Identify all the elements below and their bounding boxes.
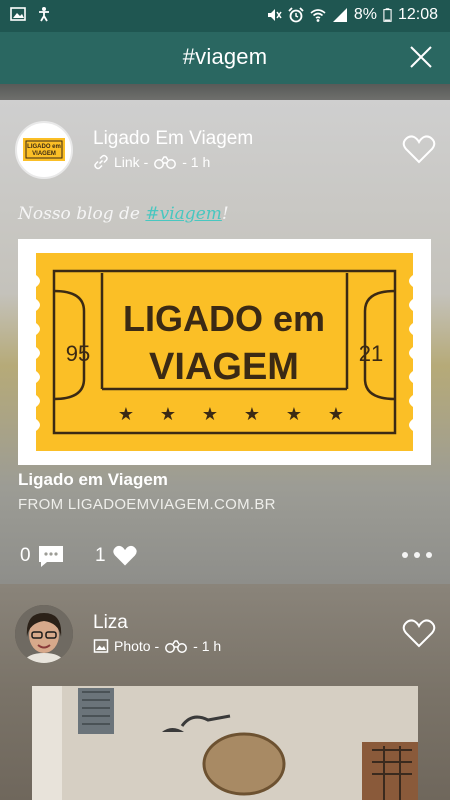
- link-icon: [94, 154, 108, 170]
- gallery-icon: [10, 7, 26, 21]
- author-name[interactable]: Liza: [93, 612, 128, 634]
- battery-percent: 8%: [353, 6, 377, 23]
- post-type-label: Photo -: [114, 638, 160, 654]
- svg-text:★: ★: [202, 404, 218, 424]
- link-source: FROM LIGADOEMVIAGEM.COM.BR: [18, 496, 276, 513]
- binoculars-icon: [154, 156, 177, 169]
- svg-text:★: ★: [244, 404, 260, 424]
- post-card: LIGADO em VIAGEM Ligado Em Viagem Link -…: [0, 100, 450, 584]
- heart-outline-icon[interactable]: [402, 134, 436, 164]
- heart-filled-icon: [112, 545, 137, 566]
- wifi-icon: [310, 9, 326, 22]
- comment-count: 0: [20, 545, 31, 566]
- post-time: - 1 h: [182, 154, 211, 170]
- svg-text:★: ★: [160, 404, 176, 424]
- profile-photo: [15, 605, 73, 663]
- binoculars-icon: [165, 640, 188, 653]
- ligado-em-viagem-logo: LIGADO em VIAGEM 95 21 ★ ★ ★ ★ ★ ★: [36, 253, 413, 451]
- avatar[interactable]: [15, 605, 73, 663]
- ligado-em-viagem-logo-small: LIGADO em VIAGEM: [23, 138, 65, 161]
- app-header: #viagem: [0, 32, 450, 84]
- avatar-logo-line2: VIAGEM: [32, 151, 56, 157]
- svg-text:★: ★: [118, 404, 134, 424]
- like-count: 1: [95, 544, 106, 566]
- accessibility-icon: [39, 7, 49, 22]
- signal-icon: [332, 8, 347, 22]
- hashtag-link[interactable]: #viagem: [145, 204, 221, 224]
- logo-title-line1: LIGADO em: [123, 298, 325, 339]
- close-icon[interactable]: [408, 44, 434, 70]
- author-name[interactable]: Ligado Em Viagem: [93, 128, 253, 150]
- status-bar: 8% 12:08: [0, 0, 450, 32]
- post-meta: Photo - - 1 h: [93, 638, 221, 654]
- svg-text:★: ★: [286, 404, 302, 424]
- photo-icon: [93, 639, 109, 653]
- like-button[interactable]: 1: [95, 544, 138, 567]
- alarm-icon: [288, 7, 304, 23]
- page-title: #viagem: [182, 44, 268, 69]
- comment-button[interactable]: 0: [20, 544, 65, 568]
- link-title[interactable]: Ligado em Viagem: [18, 470, 168, 490]
- post-text: Nosso blog de #viagem!: [18, 204, 229, 224]
- more-icon[interactable]: [402, 552, 432, 558]
- svg-text:★: ★: [328, 404, 344, 424]
- mute-icon: [267, 9, 282, 21]
- comment-icon: [38, 546, 63, 567]
- logo-title-line2: VIAGEM: [149, 346, 299, 388]
- post-meta: Link - - 1 h: [93, 154, 210, 170]
- battery-icon: [383, 8, 392, 22]
- heart-outline-icon[interactable]: [402, 618, 436, 648]
- link-preview-image[interactable]: LIGADO em VIAGEM 95 21 ★ ★ ★ ★ ★ ★: [18, 239, 431, 465]
- logo-number-left: 95: [66, 341, 90, 366]
- avatar-logo-line1: LIGADO em: [27, 144, 61, 150]
- post-time: - 1 h: [193, 638, 222, 654]
- post-photo[interactable]: [32, 686, 418, 800]
- avatar[interactable]: LIGADO em VIAGEM: [15, 121, 73, 179]
- logo-number-right: 21: [359, 341, 383, 366]
- clock: 12:08: [397, 6, 438, 23]
- building-photo: [32, 686, 418, 800]
- post-text-prefix: Nosso blog de: [18, 204, 146, 224]
- post-type-label: Link -: [114, 154, 149, 170]
- header-shadow: [0, 84, 450, 100]
- post-card: Liza Photo - - 1 h: [0, 584, 450, 800]
- post-text-suffix: !: [221, 204, 229, 224]
